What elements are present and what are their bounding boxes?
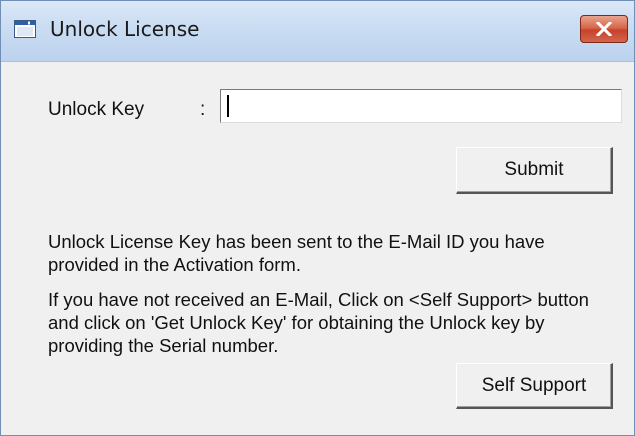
unlock-key-input[interactable] — [220, 89, 622, 123]
title-bar[interactable]: Unlock License — [1, 1, 634, 62]
info-sent-text: Unlock License Key has been sent to the … — [48, 231, 545, 275]
unlock-key-label: Unlock Key — [48, 99, 145, 120]
info-self-support-text: If you have not received an E-Mail, Clic… — [48, 289, 589, 356]
unlock-license-dialog: Unlock License Unlock Key : Submit Unloc… — [0, 0, 635, 436]
text-caret — [227, 95, 229, 117]
close-button[interactable] — [580, 15, 628, 43]
self-support-button[interactable]: Self Support — [456, 363, 613, 409]
window-app-icon[interactable] — [14, 20, 36, 38]
window-title: Unlock License — [50, 17, 200, 41]
unlock-key-colon: : — [200, 99, 206, 120]
close-icon — [596, 22, 612, 36]
submit-button[interactable]: Submit — [456, 147, 613, 194]
